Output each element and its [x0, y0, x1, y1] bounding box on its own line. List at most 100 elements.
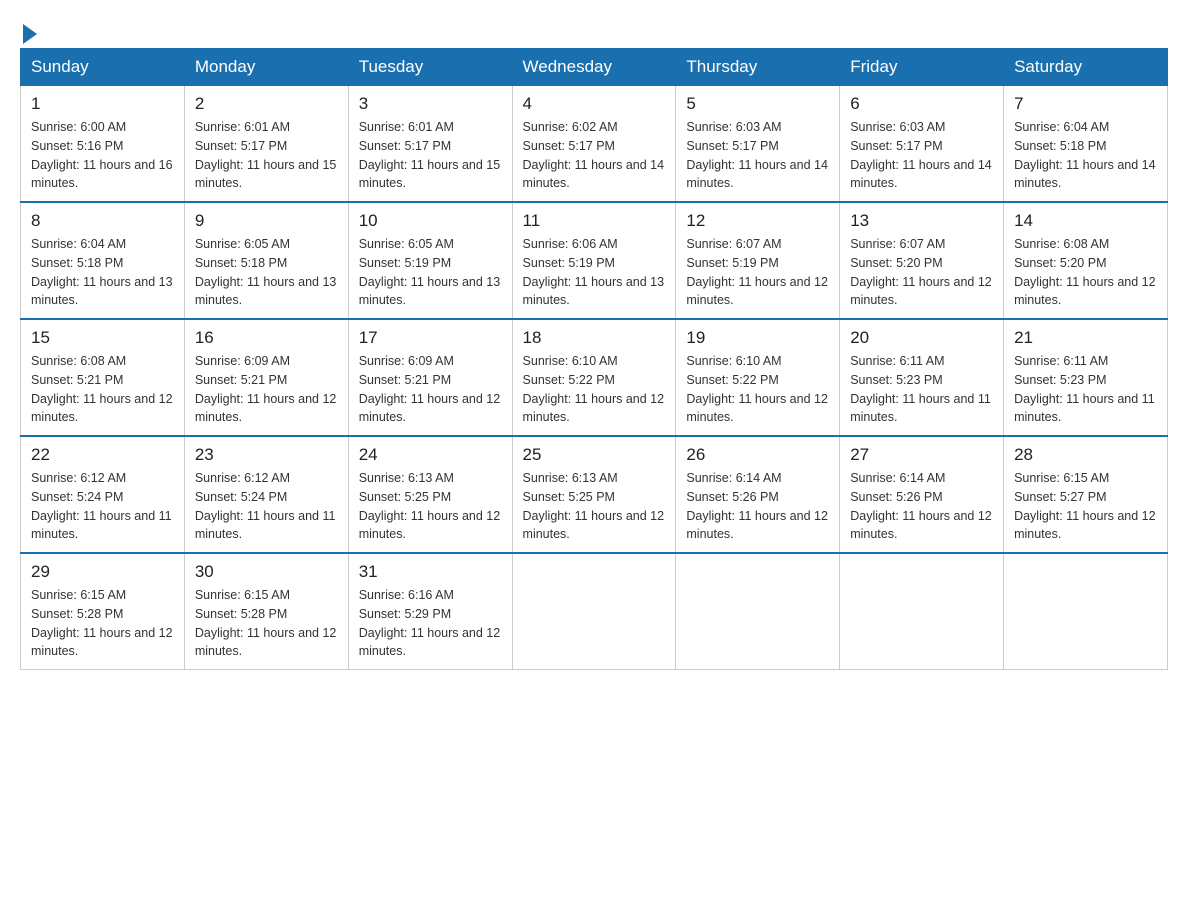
- day-number: 12: [686, 211, 829, 231]
- weekday-header-sunday: Sunday: [21, 49, 185, 86]
- calendar-cell: 1 Sunrise: 6:00 AMSunset: 5:16 PMDaylight…: [21, 86, 185, 203]
- calendar-cell: 31 Sunrise: 6:16 AMSunset: 5:29 PMDayligh…: [348, 553, 512, 670]
- calendar-cell: 30 Sunrise: 6:15 AMSunset: 5:28 PMDayligh…: [184, 553, 348, 670]
- day-info: Sunrise: 6:12 AMSunset: 5:24 PMDaylight:…: [195, 469, 338, 544]
- day-number: 5: [686, 94, 829, 114]
- day-info: Sunrise: 6:09 AMSunset: 5:21 PMDaylight:…: [195, 352, 338, 427]
- day-number: 6: [850, 94, 993, 114]
- day-info: Sunrise: 6:06 AMSunset: 5:19 PMDaylight:…: [523, 235, 666, 310]
- day-number: 11: [523, 211, 666, 231]
- calendar-cell: 25 Sunrise: 6:13 AMSunset: 5:25 PMDayligh…: [512, 436, 676, 553]
- day-number: 22: [31, 445, 174, 465]
- calendar-cell: 4 Sunrise: 6:02 AMSunset: 5:17 PMDaylight…: [512, 86, 676, 203]
- day-info: Sunrise: 6:05 AMSunset: 5:19 PMDaylight:…: [359, 235, 502, 310]
- day-info: Sunrise: 6:08 AMSunset: 5:20 PMDaylight:…: [1014, 235, 1157, 310]
- calendar-cell: 14 Sunrise: 6:08 AMSunset: 5:20 PMDayligh…: [1004, 202, 1168, 319]
- calendar-cell: 22 Sunrise: 6:12 AMSunset: 5:24 PMDayligh…: [21, 436, 185, 553]
- day-info: Sunrise: 6:15 AMSunset: 5:28 PMDaylight:…: [31, 586, 174, 661]
- calendar-cell: 12 Sunrise: 6:07 AMSunset: 5:19 PMDayligh…: [676, 202, 840, 319]
- calendar-cell: 23 Sunrise: 6:12 AMSunset: 5:24 PMDayligh…: [184, 436, 348, 553]
- calendar-cell: 28 Sunrise: 6:15 AMSunset: 5:27 PMDayligh…: [1004, 436, 1168, 553]
- calendar-cell: 16 Sunrise: 6:09 AMSunset: 5:21 PMDayligh…: [184, 319, 348, 436]
- calendar-cell: 3Sunrise: 6:01 AMSunset: 5:17 PMDaylight…: [348, 86, 512, 203]
- day-number: 4: [523, 94, 666, 114]
- day-info: Sunrise: 6:13 AMSunset: 5:25 PMDaylight:…: [523, 469, 666, 544]
- day-info: Sunrise: 6:13 AMSunset: 5:25 PMDaylight:…: [359, 469, 502, 544]
- day-number: 8: [31, 211, 174, 231]
- logo: [20, 20, 37, 38]
- calendar-week-row: 8 Sunrise: 6:04 AMSunset: 5:18 PMDaylight…: [21, 202, 1168, 319]
- day-number: 27: [850, 445, 993, 465]
- weekday-header-row: SundayMondayTuesdayWednesdayThursdayFrid…: [21, 49, 1168, 86]
- day-info: Sunrise: 6:04 AMSunset: 5:18 PMDaylight:…: [1014, 118, 1157, 193]
- calendar-cell: 5 Sunrise: 6:03 AMSunset: 5:17 PMDaylight…: [676, 86, 840, 203]
- day-number: 19: [686, 328, 829, 348]
- page-header: [20, 20, 1168, 38]
- day-number: 9: [195, 211, 338, 231]
- day-number: 26: [686, 445, 829, 465]
- calendar-cell: 10 Sunrise: 6:05 AMSunset: 5:19 PMDayligh…: [348, 202, 512, 319]
- day-number: 14: [1014, 211, 1157, 231]
- day-number: 30: [195, 562, 338, 582]
- calendar-cell: 18 Sunrise: 6:10 AMSunset: 5:22 PMDayligh…: [512, 319, 676, 436]
- day-number: 28: [1014, 445, 1157, 465]
- day-number: 7: [1014, 94, 1157, 114]
- day-info: Sunrise: 6:10 AMSunset: 5:22 PMDaylight:…: [686, 352, 829, 427]
- calendar-cell: [676, 553, 840, 670]
- calendar-table: SundayMondayTuesdayWednesdayThursdayFrid…: [20, 48, 1168, 670]
- day-number: 10: [359, 211, 502, 231]
- calendar-cell: 24Sunrise: 6:13 AMSunset: 5:25 PMDayligh…: [348, 436, 512, 553]
- day-info: Sunrise: 6:14 AMSunset: 5:26 PMDaylight:…: [850, 469, 993, 544]
- day-info: Sunrise: 6:09 AMSunset: 5:21 PMDaylight:…: [359, 352, 502, 427]
- day-number: 21: [1014, 328, 1157, 348]
- calendar-week-row: 29Sunrise: 6:15 AMSunset: 5:28 PMDayligh…: [21, 553, 1168, 670]
- calendar-week-row: 15 Sunrise: 6:08 AMSunset: 5:21 PMDayligh…: [21, 319, 1168, 436]
- day-number: 20: [850, 328, 993, 348]
- day-number: 25: [523, 445, 666, 465]
- day-info: Sunrise: 6:15 AMSunset: 5:27 PMDaylight:…: [1014, 469, 1157, 544]
- day-info: Sunrise: 6:04 AMSunset: 5:18 PMDaylight:…: [31, 235, 174, 310]
- calendar-cell: 17 Sunrise: 6:09 AMSunset: 5:21 PMDayligh…: [348, 319, 512, 436]
- day-number: 1: [31, 94, 174, 114]
- calendar-week-row: 1 Sunrise: 6:00 AMSunset: 5:16 PMDaylight…: [21, 86, 1168, 203]
- day-info: Sunrise: 6:07 AMSunset: 5:20 PMDaylight:…: [850, 235, 993, 310]
- day-number: 13: [850, 211, 993, 231]
- day-info: Sunrise: 6:02 AMSunset: 5:17 PMDaylight:…: [523, 118, 666, 193]
- day-info: Sunrise: 6:12 AMSunset: 5:24 PMDaylight:…: [31, 469, 174, 544]
- day-info: Sunrise: 6:15 AMSunset: 5:28 PMDaylight:…: [195, 586, 338, 661]
- day-number: 18: [523, 328, 666, 348]
- day-number: 15: [31, 328, 174, 348]
- calendar-cell: 9 Sunrise: 6:05 AMSunset: 5:18 PMDaylight…: [184, 202, 348, 319]
- day-number: 16: [195, 328, 338, 348]
- calendar-cell: 27 Sunrise: 6:14 AMSunset: 5:26 PMDayligh…: [840, 436, 1004, 553]
- calendar-cell: 29Sunrise: 6:15 AMSunset: 5:28 PMDayligh…: [21, 553, 185, 670]
- weekday-header-tuesday: Tuesday: [348, 49, 512, 86]
- calendar-cell: 8 Sunrise: 6:04 AMSunset: 5:18 PMDaylight…: [21, 202, 185, 319]
- calendar-cell: [840, 553, 1004, 670]
- logo-arrow-icon: [23, 24, 37, 44]
- day-info: Sunrise: 6:08 AMSunset: 5:21 PMDaylight:…: [31, 352, 174, 427]
- day-info: Sunrise: 6:00 AMSunset: 5:16 PMDaylight:…: [31, 118, 174, 193]
- day-number: 31: [359, 562, 502, 582]
- calendar-cell: [1004, 553, 1168, 670]
- day-number: 17: [359, 328, 502, 348]
- calendar-cell: 2Sunrise: 6:01 AMSunset: 5:17 PMDaylight…: [184, 86, 348, 203]
- day-info: Sunrise: 6:03 AMSunset: 5:17 PMDaylight:…: [686, 118, 829, 193]
- calendar-cell: 21 Sunrise: 6:11 AMSunset: 5:23 PMDayligh…: [1004, 319, 1168, 436]
- calendar-cell: 6Sunrise: 6:03 AMSunset: 5:17 PMDaylight…: [840, 86, 1004, 203]
- calendar-cell: 19 Sunrise: 6:10 AMSunset: 5:22 PMDayligh…: [676, 319, 840, 436]
- weekday-header-saturday: Saturday: [1004, 49, 1168, 86]
- weekday-header-thursday: Thursday: [676, 49, 840, 86]
- calendar-cell: 20 Sunrise: 6:11 AMSunset: 5:23 PMDayligh…: [840, 319, 1004, 436]
- day-info: Sunrise: 6:16 AMSunset: 5:29 PMDaylight:…: [359, 586, 502, 661]
- calendar-cell: 13 Sunrise: 6:07 AMSunset: 5:20 PMDayligh…: [840, 202, 1004, 319]
- day-number: 2: [195, 94, 338, 114]
- day-info: Sunrise: 6:05 AMSunset: 5:18 PMDaylight:…: [195, 235, 338, 310]
- calendar-cell: 7 Sunrise: 6:04 AMSunset: 5:18 PMDaylight…: [1004, 86, 1168, 203]
- day-info: Sunrise: 6:11 AMSunset: 5:23 PMDaylight:…: [1014, 352, 1157, 427]
- day-info: Sunrise: 6:11 AMSunset: 5:23 PMDaylight:…: [850, 352, 993, 427]
- day-number: 23: [195, 445, 338, 465]
- day-info: Sunrise: 6:10 AMSunset: 5:22 PMDaylight:…: [523, 352, 666, 427]
- day-info: Sunrise: 6:07 AMSunset: 5:19 PMDaylight:…: [686, 235, 829, 310]
- calendar-cell: [512, 553, 676, 670]
